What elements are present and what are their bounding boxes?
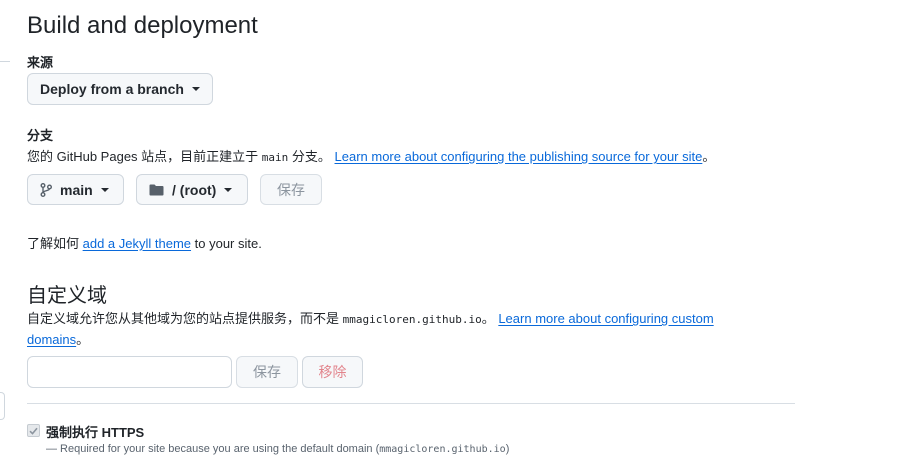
branch-desc-prefix: 您的 GitHub Pages 站点，目前正建立于 bbox=[27, 149, 262, 164]
jekyll-suffix: to your site. bbox=[191, 236, 262, 251]
enforce-https-checkbox[interactable] bbox=[27, 424, 40, 437]
custom-domain-description: 自定义域允许您从其他域为您的站点提供服务，而不是 mmagicloren.git… bbox=[27, 308, 714, 327]
domain-save-button[interactable]: 保存 bbox=[236, 356, 298, 388]
build-deployment-title: Build and deployment bbox=[27, 12, 258, 39]
branch-description: 您的 GitHub Pages 站点，目前正建立于 main 分支。 Learn… bbox=[27, 146, 715, 165]
https-note-prefix: — Required for your site because you are… bbox=[46, 443, 380, 455]
domain-desc-prefix: 自定义域允许您从其他域为您的站点提供服务，而不是 bbox=[27, 311, 343, 326]
domain-remove-label: 移除 bbox=[318, 364, 347, 380]
branch-desc-code: main bbox=[261, 151, 289, 164]
folder-select-button[interactable]: / (root) bbox=[136, 174, 248, 205]
branch-desc-end: 。 bbox=[702, 149, 716, 164]
custom-domain-input[interactable] bbox=[27, 356, 232, 388]
source-dropdown-label: Deploy from a branch bbox=[40, 81, 184, 97]
caret-down-icon bbox=[191, 87, 200, 91]
https-note-code: mmagicloren.github.io bbox=[379, 444, 506, 455]
custom-domain-title: 自定义域 bbox=[27, 285, 107, 307]
learn-custom-domains-link[interactable]: Learn more about configuring custom bbox=[498, 311, 713, 326]
branch-desc-mid: 分支。 bbox=[288, 149, 335, 164]
git-branch-icon bbox=[40, 182, 52, 197]
check-icon bbox=[29, 427, 38, 435]
left-edge-line bbox=[0, 61, 10, 62]
learn-publishing-source-link[interactable]: Learn more about configuring the publish… bbox=[335, 149, 703, 164]
section-divider bbox=[27, 403, 795, 404]
folder-icon bbox=[149, 184, 164, 196]
branch-label: 分支 bbox=[27, 128, 54, 143]
domain-desc-code: mmagicloren.github.io bbox=[342, 313, 482, 326]
learn-custom-domains-link-cont[interactable]: domains bbox=[27, 332, 76, 347]
left-edge-tab bbox=[0, 392, 5, 420]
branch-select-label: main bbox=[60, 181, 93, 198]
https-note-suffix: ) bbox=[505, 443, 510, 455]
branch-save-button[interactable]: 保存 bbox=[260, 174, 322, 205]
https-note: — Required for your site because you are… bbox=[46, 443, 509, 455]
domain-remove-button[interactable]: 移除 bbox=[302, 356, 363, 388]
branch-save-label: 保存 bbox=[277, 181, 305, 198]
enforce-https-label: 强制执行 HTTPS bbox=[46, 425, 145, 440]
caret-down-icon bbox=[224, 187, 233, 192]
domain-desc-mid: 。 bbox=[481, 311, 499, 326]
caret-down-icon bbox=[100, 187, 109, 192]
jekyll-text: 了解如何 add a Jekyll theme to your site. bbox=[27, 233, 262, 252]
folder-select-label: / (root) bbox=[172, 181, 217, 198]
jekyll-theme-link[interactable]: add a Jekyll theme bbox=[83, 236, 191, 251]
domain-save-label: 保存 bbox=[253, 364, 281, 380]
jekyll-prefix: 了解如何 bbox=[27, 236, 83, 251]
source-label: 来源 bbox=[27, 55, 54, 70]
branch-select-button[interactable]: main bbox=[27, 174, 124, 205]
custom-domain-description-line2: domains。 bbox=[27, 329, 89, 348]
source-dropdown-button[interactable]: Deploy from a branch bbox=[27, 73, 213, 105]
domain-desc-end: 。 bbox=[76, 332, 90, 347]
